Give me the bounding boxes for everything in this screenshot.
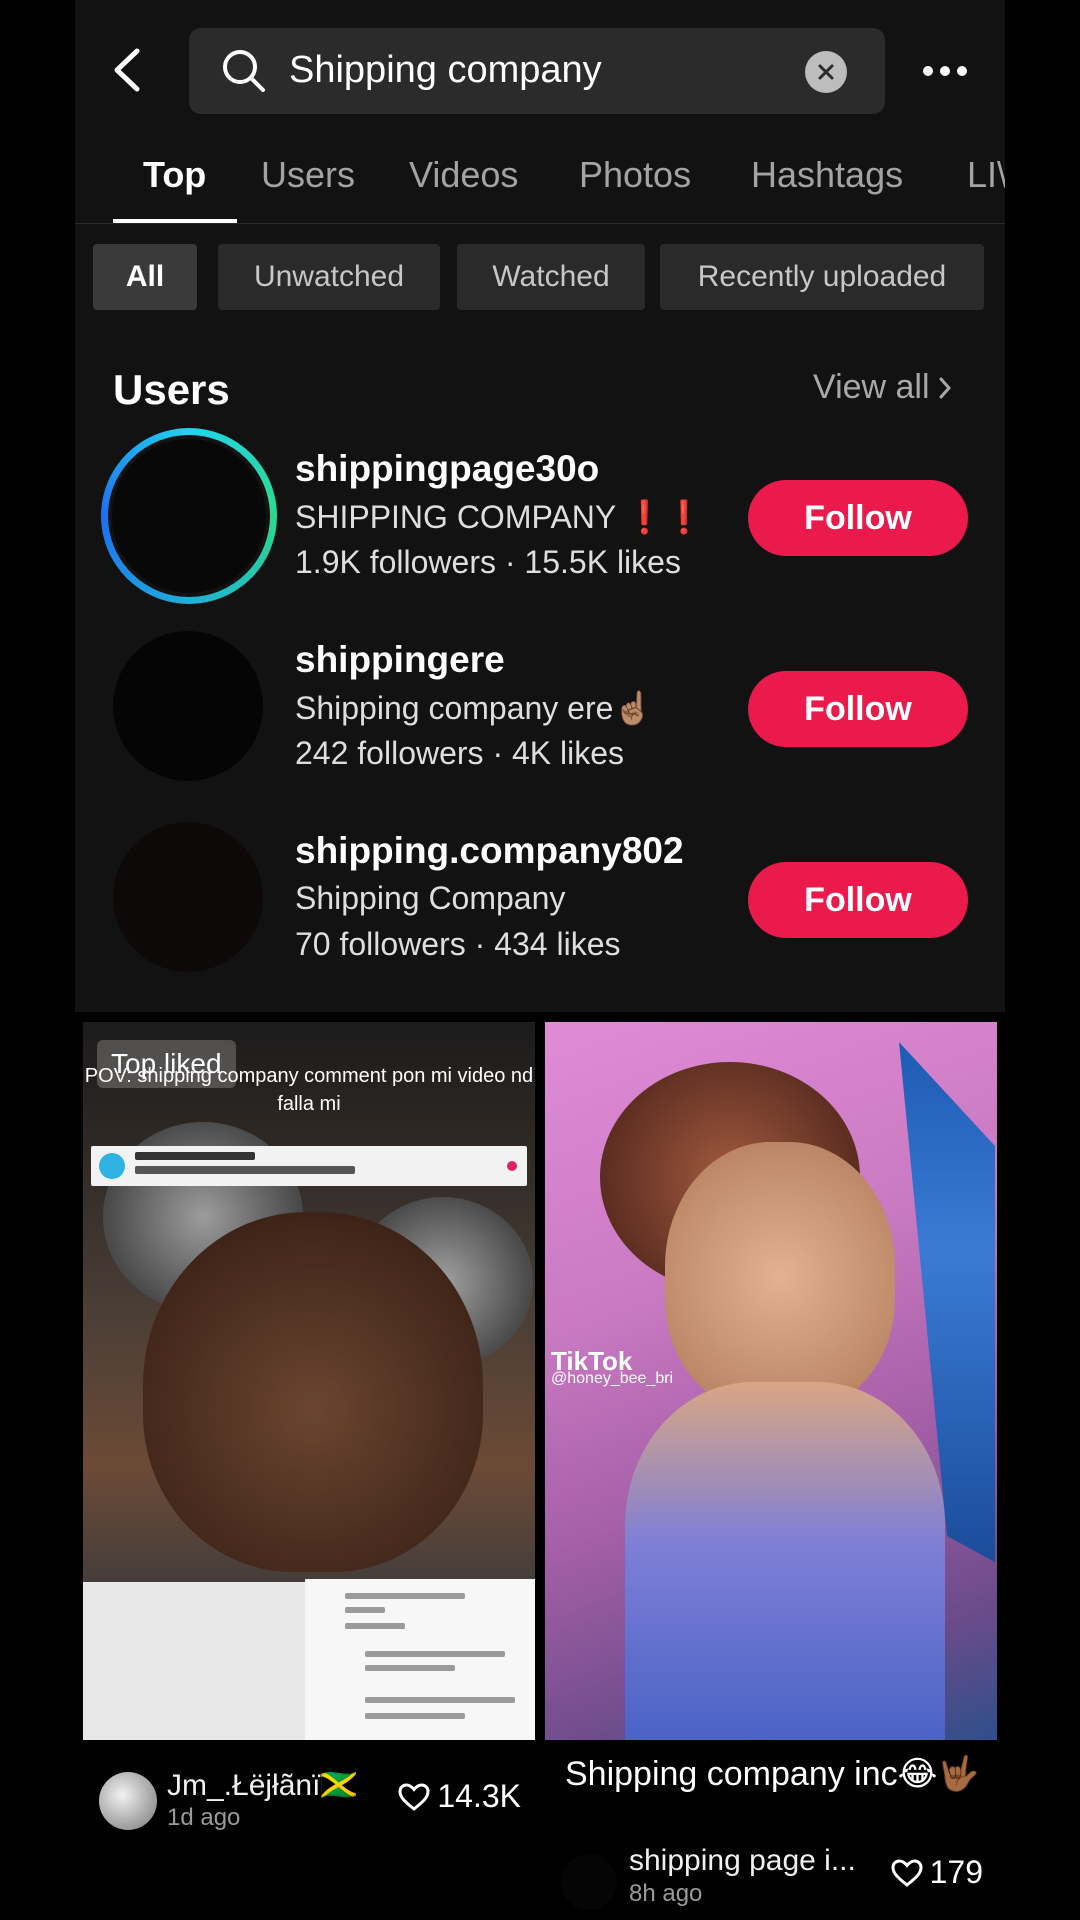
tab-live[interactable]: LI\ (967, 154, 1005, 196)
notification-overlay (91, 1146, 527, 1186)
filter-all[interactable]: All (93, 244, 197, 310)
avatar[interactable] (113, 822, 263, 972)
user-stats: 70 followers · 434 likes (295, 926, 621, 962)
video-author-row[interactable]: Jm_.Łëjłãnï🇯🇲 1d ago 14.3K (99, 1764, 529, 1831)
user-bio: SHIPPING COMPANY ❗❗ (295, 499, 705, 535)
bio-emoji: ☝🏽 (613, 690, 654, 726)
filter-watched[interactable]: Watched (457, 244, 645, 310)
user-stats: 1.9K followers · 15.5K likes (295, 544, 681, 580)
like-count: 14.3K (397, 1778, 521, 1815)
view-all-link[interactable]: View all (813, 368, 952, 407)
follow-button[interactable]: Follow (748, 862, 968, 938)
view-all-label: View all (813, 368, 930, 406)
result-tabs: Top Users Videos Photos Hashtags LI\ (75, 148, 1005, 224)
author-name: shipping page i... (629, 1844, 856, 1877)
more-icon (957, 66, 967, 76)
author-avatar[interactable] (99, 1772, 157, 1830)
back-chevron-icon (114, 48, 140, 92)
tab-hashtags[interactable]: Hashtags (751, 154, 903, 196)
username: shippingpage30o (295, 448, 600, 489)
video-card[interactable]: POV: shipping company comment pon mi vid… (83, 1022, 535, 1920)
tab-videos[interactable]: Videos (409, 154, 518, 196)
author-name: Jm_.Łëjłãnï🇯🇲 (167, 1769, 358, 1802)
video-author-row[interactable]: shipping page i... 8h ago 179 (561, 1840, 991, 1910)
like-count: 179 (890, 1854, 983, 1891)
more-options-button[interactable] (915, 48, 975, 94)
filter-unwatched[interactable]: Unwatched (218, 244, 440, 310)
user-row[interactable]: shippingpage30o SHIPPING COMPANY ❗❗ 1.9K… (75, 428, 1005, 608)
back-button[interactable] (103, 40, 151, 100)
post-time: 8h ago (629, 1880, 703, 1907)
search-icon (223, 50, 265, 92)
video-card[interactable]: TikTok @honey_bee_bri Shipping company i… (545, 1022, 997, 1920)
more-icon (923, 66, 933, 76)
top-liked-badge: Top liked (97, 1040, 236, 1088)
tab-photos[interactable]: Photos (579, 154, 691, 196)
bio-emoji: ❗❗ (624, 499, 705, 535)
active-tab-indicator (113, 219, 237, 223)
video-thumbnail[interactable]: POV: shipping company comment pon mi vid… (83, 1022, 535, 1740)
author-avatar[interactable] (561, 1854, 617, 1910)
user-bio: Shipping company ere☝🏽 (295, 690, 654, 726)
search-input[interactable]: Shipping company (289, 49, 602, 92)
user-row[interactable]: shipping.company802 Shipping Company 70 … (75, 810, 1005, 990)
video-caption: Shipping company inc😂🤟🏾 (565, 1755, 980, 1793)
tab-users[interactable]: Users (261, 154, 355, 196)
username: shippingere (295, 639, 505, 680)
follow-button[interactable]: Follow (748, 671, 968, 747)
user-stats: 242 followers · 4K likes (295, 735, 625, 771)
clear-search-button[interactable] (805, 51, 847, 93)
tab-top[interactable]: Top (143, 154, 206, 196)
search-results-screen: Shipping company Top Users Videos Photos… (75, 0, 1005, 1920)
heart-icon (891, 1858, 923, 1887)
avatar[interactable] (101, 428, 277, 604)
tiktok-watermark: TikTok @honey_bee_bri (551, 1346, 674, 1387)
comment-overlay (305, 1579, 535, 1740)
user-bio: Shipping Company (295, 880, 566, 916)
chevron-right-icon (939, 377, 951, 398)
username: shipping.company802 (295, 830, 684, 871)
heart-icon (398, 1782, 430, 1811)
users-section-title: Users (113, 366, 230, 413)
follow-button[interactable]: Follow (748, 480, 968, 556)
user-row[interactable]: shippingere Shipping company ere☝🏽 242 f… (75, 619, 1005, 799)
avatar[interactable] (113, 631, 263, 781)
more-icon (940, 66, 950, 76)
video-thumbnail[interactable]: TikTok @honey_bee_bri (545, 1022, 997, 1740)
filter-recently-uploaded[interactable]: Recently uploaded (660, 244, 984, 310)
post-time: 1d ago (167, 1804, 241, 1831)
search-bar[interactable]: Shipping company (189, 28, 885, 114)
clear-icon (818, 64, 834, 80)
